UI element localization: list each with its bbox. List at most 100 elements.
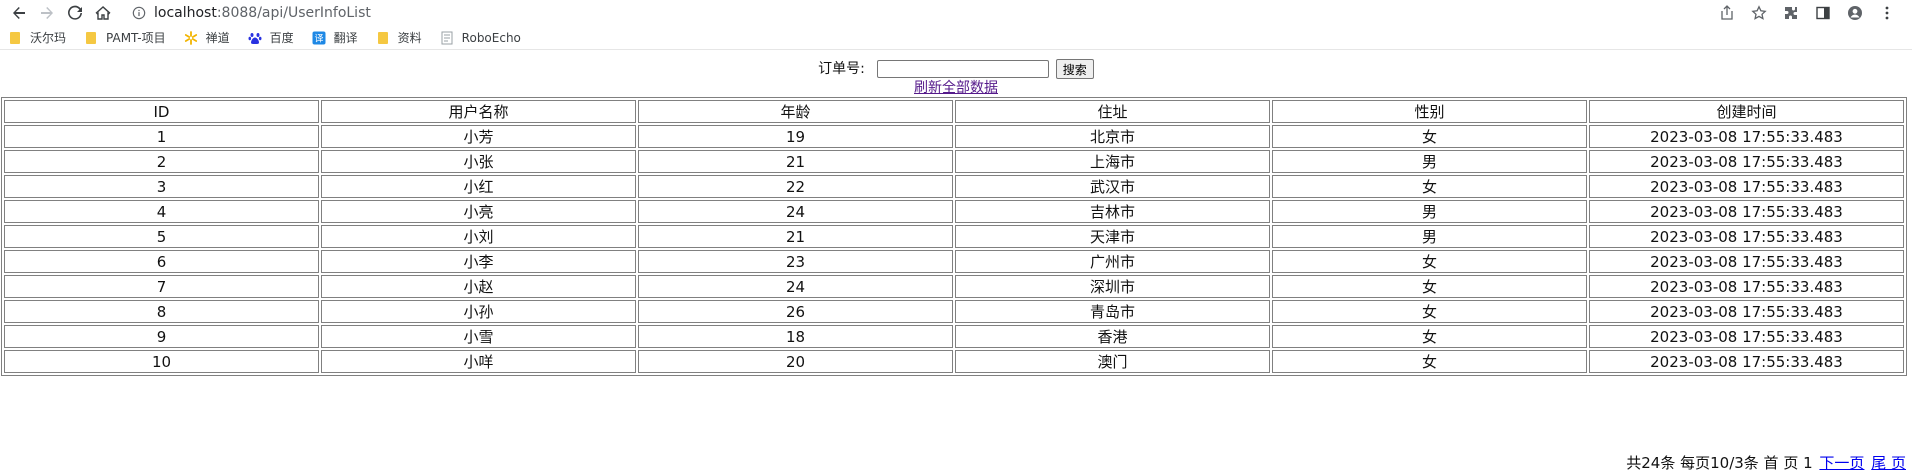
cell-username: 小赵 bbox=[321, 275, 636, 298]
cell-address: 上海市 bbox=[955, 150, 1270, 173]
cell-username: 小李 bbox=[321, 250, 636, 273]
cell-username: 小孙 bbox=[321, 300, 636, 323]
cell-gender: 女 bbox=[1272, 325, 1587, 348]
cell-gender: 女 bbox=[1272, 250, 1587, 273]
cell-created-time: 2023-03-08 17:55:33.483 bbox=[1589, 350, 1904, 373]
cell-id: 4 bbox=[4, 200, 319, 223]
cell-gender: 女 bbox=[1272, 125, 1587, 148]
cell-age: 20 bbox=[638, 350, 953, 373]
folder-icon bbox=[84, 31, 98, 45]
address-bar[interactable]: localhost:8088/api/UserInfoList bbox=[124, 1, 1714, 25]
bookmark-translate[interactable]: 译 翻译 bbox=[312, 29, 358, 46]
cell-gender: 女 bbox=[1272, 275, 1587, 298]
order-number-label: 订单号: bbox=[818, 61, 865, 77]
cell-created-time: 2023-03-08 17:55:33.483 bbox=[1589, 250, 1904, 273]
cell-age: 26 bbox=[638, 300, 953, 323]
toolbar-actions bbox=[1714, 1, 1900, 25]
url-path: :8088/api/UserInfoList bbox=[216, 5, 371, 21]
profile-avatar-icon[interactable] bbox=[1842, 1, 1868, 25]
bookmark-label: RoboEcho bbox=[461, 30, 521, 45]
table-row: 8 小孙 26 青岛市 女 2023-03-08 17:55:33.483 bbox=[4, 300, 1904, 323]
cell-created-time: 2023-03-08 17:55:33.483 bbox=[1589, 325, 1904, 348]
cell-gender: 女 bbox=[1272, 175, 1587, 198]
header-address: 住址 bbox=[955, 100, 1270, 123]
cell-id: 10 bbox=[4, 350, 319, 373]
table-row: 5 小刘 21 天津市 男 2023-03-08 17:55:33.483 bbox=[4, 225, 1904, 248]
extensions-icon[interactable] bbox=[1778, 1, 1804, 25]
header-gender: 性别 bbox=[1272, 100, 1587, 123]
cell-created-time: 2023-03-08 17:55:33.483 bbox=[1589, 275, 1904, 298]
url-host: localhost bbox=[154, 5, 217, 21]
cell-address: 天津市 bbox=[955, 225, 1270, 248]
bookmark-pamt[interactable]: PAMT-项目 bbox=[84, 29, 166, 46]
reload-icon[interactable] bbox=[62, 1, 88, 25]
table-wrapper: ID 用户名称 年龄 住址 性别 创建时间 1 小芳 19 北京市 女 2023… bbox=[0, 97, 1912, 376]
cell-id: 7 bbox=[4, 275, 319, 298]
baidu-paw-icon bbox=[248, 31, 262, 45]
cell-age: 21 bbox=[638, 225, 953, 248]
share-icon[interactable] bbox=[1714, 1, 1740, 25]
cell-gender: 男 bbox=[1272, 225, 1587, 248]
cell-id: 1 bbox=[4, 125, 319, 148]
cell-id: 3 bbox=[4, 175, 319, 198]
cell-address: 香港 bbox=[955, 325, 1270, 348]
cell-address: 澳门 bbox=[955, 350, 1270, 373]
bookmark-zentao[interactable]: 禅道 bbox=[184, 29, 230, 46]
translate-icon: 译 bbox=[312, 31, 326, 45]
cell-age: 18 bbox=[638, 325, 953, 348]
user-info-table: ID 用户名称 年龄 住址 性别 创建时间 1 小芳 19 北京市 女 2023… bbox=[1, 97, 1907, 376]
cell-username: 小亮 bbox=[321, 200, 636, 223]
bookmark-baidu[interactable]: 百度 bbox=[248, 29, 294, 46]
table-row: 7 小赵 24 深圳市 女 2023-03-08 17:55:33.483 bbox=[4, 275, 1904, 298]
bookmark-star-icon[interactable] bbox=[1746, 1, 1772, 25]
refresh-all-link[interactable]: 刷新全部数据 bbox=[914, 80, 998, 96]
cell-username: 小张 bbox=[321, 150, 636, 173]
bookmark-label: 沃尔玛 bbox=[30, 31, 67, 45]
cell-id: 2 bbox=[4, 150, 319, 173]
cell-created-time: 2023-03-08 17:55:33.483 bbox=[1589, 125, 1904, 148]
cell-id: 9 bbox=[4, 325, 319, 348]
cell-username: 小刘 bbox=[321, 225, 636, 248]
header-created-time: 创建时间 bbox=[1589, 100, 1904, 123]
cell-username: 小红 bbox=[321, 175, 636, 198]
cell-gender: 男 bbox=[1272, 150, 1587, 173]
cell-created-time: 2023-03-08 17:55:33.483 bbox=[1589, 200, 1904, 223]
table-row: 6 小李 23 广州市 女 2023-03-08 17:55:33.483 bbox=[4, 250, 1904, 273]
info-icon[interactable] bbox=[132, 6, 146, 20]
spark-icon bbox=[184, 30, 198, 45]
cell-address: 吉林市 bbox=[955, 200, 1270, 223]
cell-gender: 女 bbox=[1272, 350, 1587, 373]
folder-icon bbox=[376, 31, 390, 45]
cell-id: 6 bbox=[4, 250, 319, 273]
home-icon[interactable] bbox=[90, 1, 116, 25]
svg-text:译: 译 bbox=[314, 33, 323, 44]
bookmark-materials[interactable]: 资料 bbox=[376, 29, 422, 46]
bookmark-label: 翻译 bbox=[333, 31, 358, 45]
last-page-link[interactable]: 尾 页 bbox=[1871, 454, 1906, 472]
cell-created-time: 2023-03-08 17:55:33.483 bbox=[1589, 225, 1904, 248]
page-content: 订单号: 搜索 刷新全部数据 ID 用户名称 年龄 住址 性别 创建时间 1 小… bbox=[0, 58, 1912, 474]
cell-age: 19 bbox=[638, 125, 953, 148]
forward-icon[interactable] bbox=[34, 1, 60, 25]
side-panel-icon[interactable] bbox=[1810, 1, 1836, 25]
bookmark-label: PAMT-项目 bbox=[106, 31, 166, 45]
cell-created-time: 2023-03-08 17:55:33.483 bbox=[1589, 150, 1904, 173]
table-row: 2 小张 21 上海市 男 2023-03-08 17:55:33.483 bbox=[4, 150, 1904, 173]
table-row: 1 小芳 19 北京市 女 2023-03-08 17:55:33.483 bbox=[4, 125, 1904, 148]
cell-age: 21 bbox=[638, 150, 953, 173]
cell-age: 23 bbox=[638, 250, 953, 273]
cell-created-time: 2023-03-08 17:55:33.483 bbox=[1589, 300, 1904, 323]
bookmark-roboecho[interactable]: RoboEcho bbox=[440, 31, 521, 45]
bookmark-label: 资料 bbox=[397, 31, 422, 45]
cell-age: 24 bbox=[638, 275, 953, 298]
next-page-link[interactable]: 下一页 bbox=[1819, 454, 1864, 472]
table-row: 4 小亮 24 吉林市 男 2023-03-08 17:55:33.483 bbox=[4, 200, 1904, 223]
search-button[interactable]: 搜索 bbox=[1055, 59, 1094, 79]
browser-toolbar: localhost:8088/api/UserInfoList bbox=[0, 0, 1912, 26]
menu-kebab-icon[interactable] bbox=[1874, 1, 1900, 25]
bookmark-walmart[interactable]: 沃尔玛 bbox=[8, 29, 66, 46]
back-icon[interactable] bbox=[6, 1, 32, 25]
order-number-input[interactable] bbox=[877, 60, 1050, 78]
cell-address: 青岛市 bbox=[955, 300, 1270, 323]
header-id: ID bbox=[4, 100, 319, 123]
